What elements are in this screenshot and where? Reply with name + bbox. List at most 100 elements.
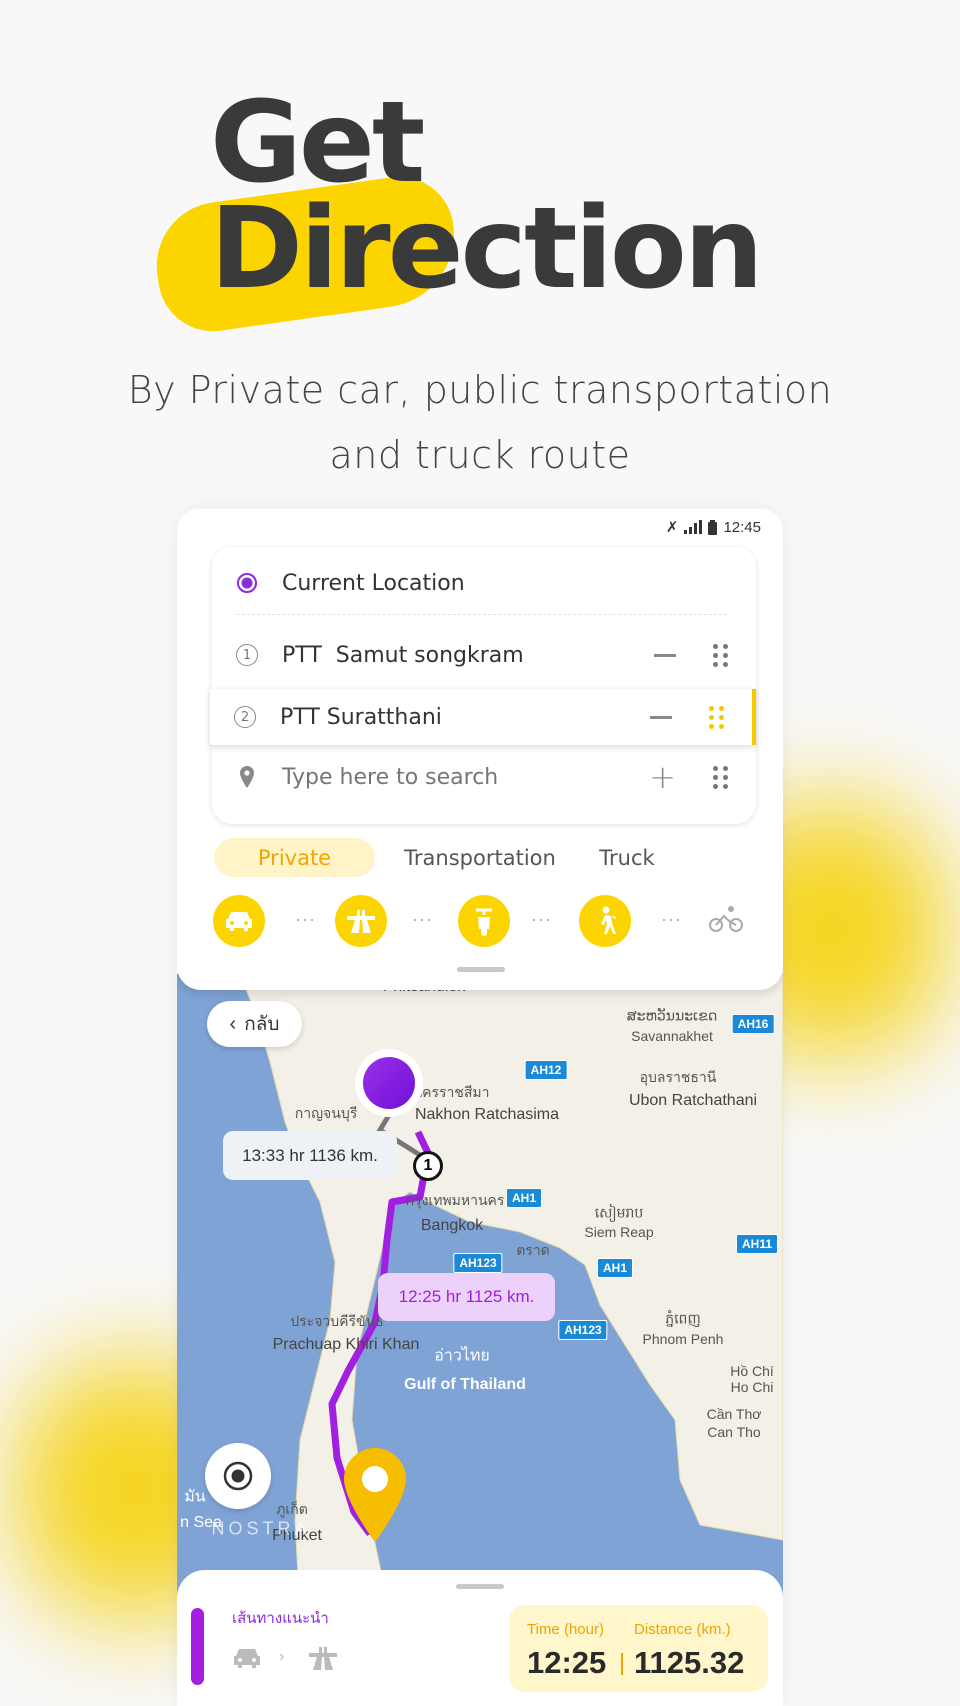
chevron-right-icon: › bbox=[279, 1648, 285, 1665]
hero-title-line2: Direction bbox=[210, 184, 764, 314]
mode-motorbike[interactable] bbox=[458, 895, 510, 947]
tab-truck[interactable]: Truck bbox=[577, 838, 677, 877]
map-watermark: NOSTRA bbox=[211, 1518, 311, 1539]
highway-shield: AH1 bbox=[505, 1188, 543, 1208]
current-location-radio-icon bbox=[237, 573, 257, 593]
highway-shield: AH16 bbox=[731, 1014, 775, 1034]
origin-row[interactable]: Current Location bbox=[212, 555, 756, 611]
mute-icon: ✗ bbox=[665, 519, 679, 536]
drag-handle-icon[interactable] bbox=[713, 643, 728, 667]
stop-name: PTT Samut songkram bbox=[282, 642, 524, 668]
my-location-button[interactable] bbox=[205, 1443, 271, 1509]
signal-icon bbox=[684, 520, 703, 534]
bicycle-icon bbox=[709, 906, 743, 932]
highway-shield: AH123 bbox=[558, 1320, 608, 1340]
remove-stop-icon[interactable] bbox=[654, 653, 676, 657]
route-stats-box: Time (hour) Distance (km.) 12:25 1125.32 bbox=[509, 1605, 768, 1692]
drag-handle-icon[interactable] bbox=[709, 705, 724, 729]
search-row[interactable]: + bbox=[212, 749, 756, 805]
status-bar: ✗ 12:45 bbox=[665, 518, 761, 537]
highway-icon bbox=[347, 910, 375, 933]
waypoint-marker[interactable]: 1 bbox=[413, 1151, 443, 1181]
divider bbox=[237, 614, 727, 615]
subtitle-line2: and truck route bbox=[329, 433, 631, 477]
map-label: ສະຫວັນນະເຂດ bbox=[626, 1007, 718, 1024]
origin-label: Current Location bbox=[282, 570, 465, 596]
motorbike-icon bbox=[476, 908, 492, 936]
stop-number: 2 bbox=[234, 706, 256, 728]
sheet-drag-handle[interactable] bbox=[456, 1584, 504, 1589]
mode-separator: ··· bbox=[412, 909, 433, 929]
pin-icon bbox=[240, 766, 254, 788]
stats-divider bbox=[621, 1653, 623, 1675]
mode-bicycle[interactable] bbox=[709, 905, 743, 938]
map-label: กาญจนบุรี bbox=[294, 1105, 358, 1121]
map-label: มัน bbox=[184, 1488, 206, 1506]
add-stop-icon[interactable]: + bbox=[649, 758, 676, 796]
distance-value: 1125.32 bbox=[634, 1645, 745, 1680]
route-panel: ✗ 12:45 Current Location 1 PTT Samut son… bbox=[177, 509, 783, 990]
destination-pin-icon[interactable] bbox=[342, 1446, 408, 1544]
drag-handle-icon[interactable] bbox=[713, 765, 728, 789]
map-label: Nakhon Ratchasima bbox=[414, 1106, 560, 1123]
map-label: ประจวบคีรีขันธ์ bbox=[290, 1313, 384, 1329]
stop-row-2[interactable]: 2 PTT Suratthani bbox=[210, 689, 756, 745]
search-input[interactable] bbox=[282, 764, 612, 790]
mode-separator: ··· bbox=[295, 909, 316, 929]
distance-label: Distance (km.) bbox=[634, 1621, 731, 1638]
car-icon bbox=[226, 912, 252, 931]
remove-stop-icon[interactable] bbox=[650, 715, 672, 719]
map-label: Gulf of Thailand bbox=[404, 1376, 526, 1393]
highway-shield: AH1 bbox=[596, 1258, 634, 1278]
map-label: อุบลราชธานี bbox=[639, 1069, 717, 1085]
map-label: ตราด bbox=[516, 1242, 550, 1258]
time-label: Time (hour) bbox=[527, 1621, 604, 1638]
map-label: Prachuap Khiri Khan bbox=[272, 1336, 420, 1353]
main-route-tooltip[interactable]: 12:25 hr 1125 km. bbox=[378, 1273, 555, 1321]
map-label: ភ្នំពេញ bbox=[665, 1310, 701, 1327]
highway-shield: AH11 bbox=[735, 1234, 779, 1254]
map-label: Ubon Ratchathani bbox=[628, 1092, 758, 1109]
stop-name: PTT Suratthani bbox=[280, 704, 442, 730]
car-icon bbox=[234, 1649, 260, 1668]
walk-icon bbox=[601, 906, 617, 934]
battery-icon bbox=[708, 519, 718, 535]
mode-highway[interactable] bbox=[335, 895, 387, 947]
route-input-box: Current Location 1 PTT Samut songkram 2 … bbox=[210, 547, 756, 824]
map-label: Siem Reap bbox=[584, 1224, 654, 1240]
highway-shield: AH123 bbox=[453, 1253, 503, 1273]
mode-walk[interactable] bbox=[579, 895, 631, 947]
map-label: นครราชสีมา bbox=[412, 1084, 490, 1100]
status-time: 12:45 bbox=[723, 518, 761, 536]
time-value: 12:25 bbox=[527, 1645, 607, 1680]
phone-screen: ✗ 12:45 Current Location 1 PTT Samut son… bbox=[177, 509, 783, 1706]
route-color-bar bbox=[191, 1608, 204, 1685]
locate-icon bbox=[223, 1461, 253, 1491]
chevron-left-icon: ‹ bbox=[229, 1012, 237, 1035]
stop-row-1[interactable]: 1 PTT Samut songkram bbox=[212, 627, 756, 683]
route-label[interactable]: เส้นทางแนะนำ bbox=[232, 1606, 329, 1630]
map-label: Phnom Penh bbox=[642, 1331, 724, 1347]
highway-icon bbox=[309, 1647, 337, 1670]
map-label: อ่าวไทย bbox=[434, 1347, 490, 1365]
origin-marker bbox=[363, 1057, 415, 1109]
map-label: Hồ Chí bbox=[730, 1363, 774, 1379]
back-button[interactable]: ‹ กลับ bbox=[207, 1001, 302, 1047]
stop-number: 1 bbox=[236, 644, 258, 666]
map-label: Cần Thơ bbox=[706, 1406, 762, 1422]
highway-shield: AH12 bbox=[524, 1060, 568, 1080]
map-label: Can Tho bbox=[707, 1424, 761, 1440]
panel-drag-handle[interactable] bbox=[457, 967, 505, 972]
map-label: សៀមរាប bbox=[594, 1204, 644, 1221]
mode-car[interactable] bbox=[213, 895, 265, 947]
map-label: กรุงเทพมหานคร bbox=[405, 1192, 505, 1208]
map-label: Savannakhet bbox=[631, 1028, 713, 1044]
tab-private[interactable]: Private bbox=[214, 838, 375, 877]
tab-transportation[interactable]: Transportation bbox=[375, 838, 585, 877]
back-label: กลับ bbox=[244, 1014, 280, 1035]
mode-separator: ··· bbox=[661, 909, 682, 929]
map-label: Bangkok bbox=[420, 1217, 484, 1234]
subtitle-line1: By Private car, public transportation bbox=[127, 368, 833, 412]
mode-separator: ··· bbox=[531, 909, 552, 929]
alt-route-tooltip[interactable]: 13:33 hr 1136 km. bbox=[223, 1131, 397, 1180]
